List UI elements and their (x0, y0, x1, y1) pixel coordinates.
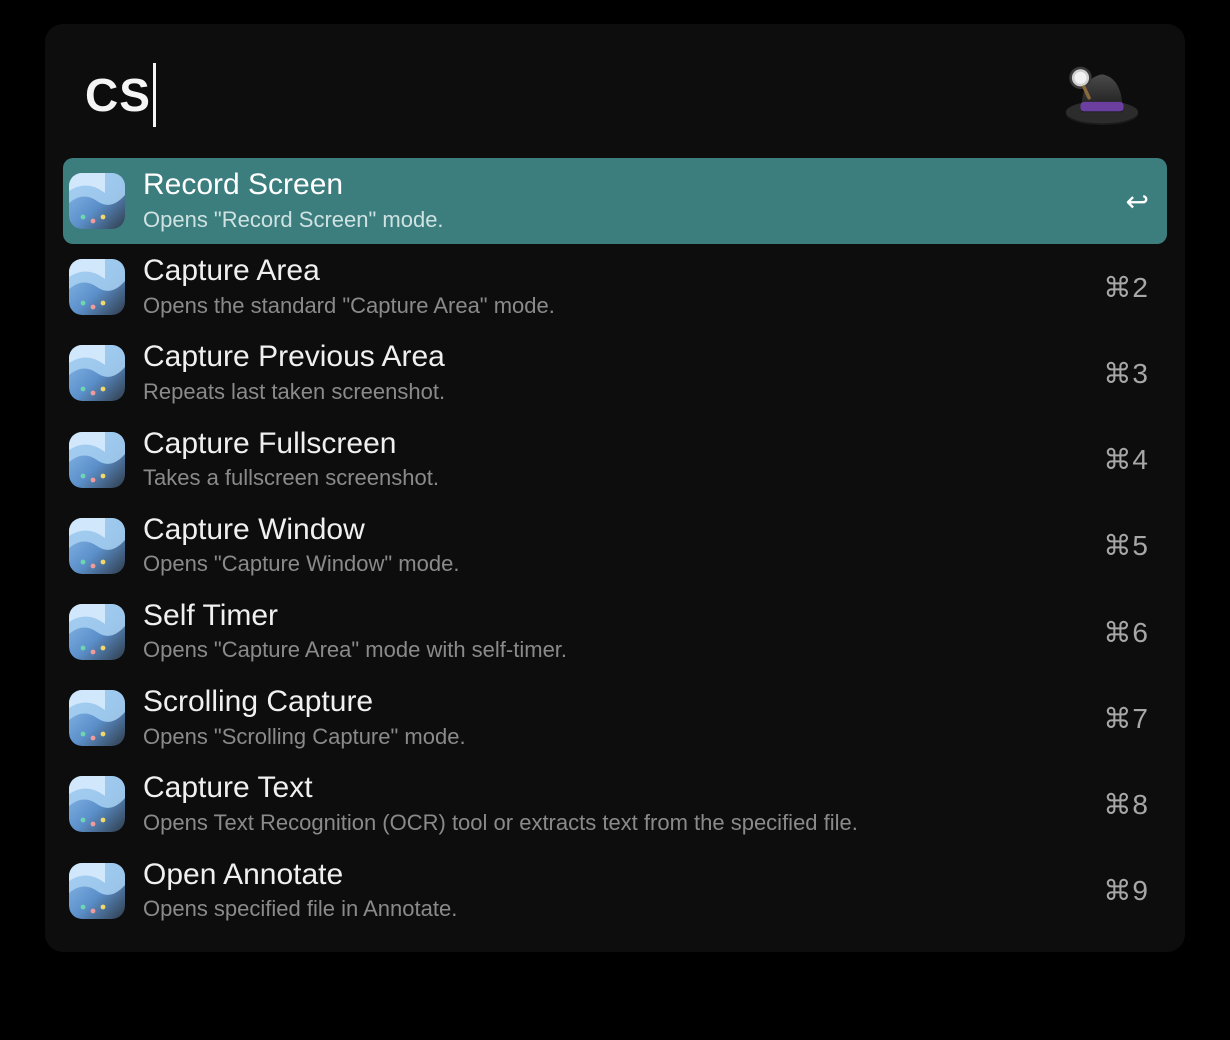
cleanshot-app-icon (69, 604, 125, 660)
result-text: Self Timer Opens "Capture Area" mode wit… (143, 599, 1087, 665)
result-item[interactable]: Capture Previous Area Repeats last taken… (63, 330, 1167, 416)
result-title: Capture Fullscreen (143, 427, 1087, 462)
result-shortcut: ⌘8 (1103, 788, 1149, 821)
result-shortcut: ⌘7 (1103, 702, 1149, 735)
result-title: Capture Previous Area (143, 340, 1087, 375)
result-text: Record Screen Opens "Record Screen" mode… (143, 168, 1110, 234)
result-subtitle: Takes a fullscreen screenshot. (143, 463, 1087, 493)
result-item[interactable]: Open Annotate Opens specified file in An… (63, 848, 1167, 934)
launcher-panel: CS (45, 24, 1185, 952)
result-subtitle: Opens "Scrolling Capture" mode. (143, 722, 1087, 752)
results-list: Record Screen Opens "Record Screen" mode… (45, 156, 1185, 934)
result-title: Capture Area (143, 254, 1087, 289)
result-shortcut: ⌘6 (1103, 616, 1149, 649)
result-text: Scrolling Capture Opens "Scrolling Captu… (143, 685, 1087, 751)
result-text: Capture Fullscreen Takes a fullscreen sc… (143, 427, 1087, 493)
result-item[interactable]: Capture Area Opens the standard "Capture… (63, 244, 1167, 330)
result-item[interactable]: Capture Text Opens Text Recognition (OCR… (63, 761, 1167, 847)
result-subtitle: Repeats last taken screenshot. (143, 377, 1087, 407)
result-subtitle: Opens "Capture Area" mode with self-time… (143, 635, 1087, 665)
enter-key-icon: ↩ (1126, 185, 1149, 218)
cleanshot-app-icon (69, 345, 125, 401)
result-subtitle: Opens specified file in Annotate. (143, 894, 1087, 924)
result-item[interactable]: Capture Window Opens "Capture Window" mo… (63, 503, 1167, 589)
result-shortcut: ⌘9 (1103, 874, 1149, 907)
result-subtitle: Opens the standard "Capture Area" mode. (143, 291, 1087, 321)
result-text: Capture Area Opens the standard "Capture… (143, 254, 1087, 320)
result-text: Capture Text Opens Text Recognition (OCR… (143, 771, 1087, 837)
result-item[interactable]: Scrolling Capture Opens "Scrolling Captu… (63, 675, 1167, 761)
result-subtitle: Opens "Capture Window" mode. (143, 549, 1087, 579)
result-item[interactable]: Self Timer Opens "Capture Area" mode wit… (63, 589, 1167, 675)
alfred-hat-icon (1059, 52, 1145, 138)
result-title: Scrolling Capture (143, 685, 1087, 720)
result-title: Capture Window (143, 513, 1087, 548)
result-shortcut: ⌘3 (1103, 357, 1149, 390)
result-item[interactable]: Record Screen Opens "Record Screen" mode… (63, 158, 1167, 244)
result-title: Record Screen (143, 168, 1110, 203)
result-title: Open Annotate (143, 858, 1087, 893)
result-shortcut: ⌘4 (1103, 443, 1149, 476)
result-text: Open Annotate Opens specified file in An… (143, 858, 1087, 924)
result-subtitle: Opens "Record Screen" mode. (143, 205, 1110, 235)
cleanshot-app-icon (69, 518, 125, 574)
result-subtitle: Opens Text Recognition (OCR) tool or ext… (143, 808, 1087, 838)
result-item[interactable]: Capture Fullscreen Takes a fullscreen sc… (63, 417, 1167, 503)
result-text: Capture Previous Area Repeats last taken… (143, 340, 1087, 406)
cleanshot-app-icon (69, 690, 125, 746)
result-title: Capture Text (143, 771, 1087, 806)
cleanshot-app-icon (69, 863, 125, 919)
result-title: Self Timer (143, 599, 1087, 634)
search-row: CS (45, 24, 1185, 156)
cleanshot-app-icon (69, 173, 125, 229)
result-text: Capture Window Opens "Capture Window" mo… (143, 513, 1087, 579)
result-shortcut: ⌘5 (1103, 529, 1149, 562)
cleanshot-app-icon (69, 432, 125, 488)
cleanshot-app-icon (69, 776, 125, 832)
cleanshot-app-icon (69, 259, 125, 315)
result-shortcut: ⌘2 (1103, 271, 1149, 304)
